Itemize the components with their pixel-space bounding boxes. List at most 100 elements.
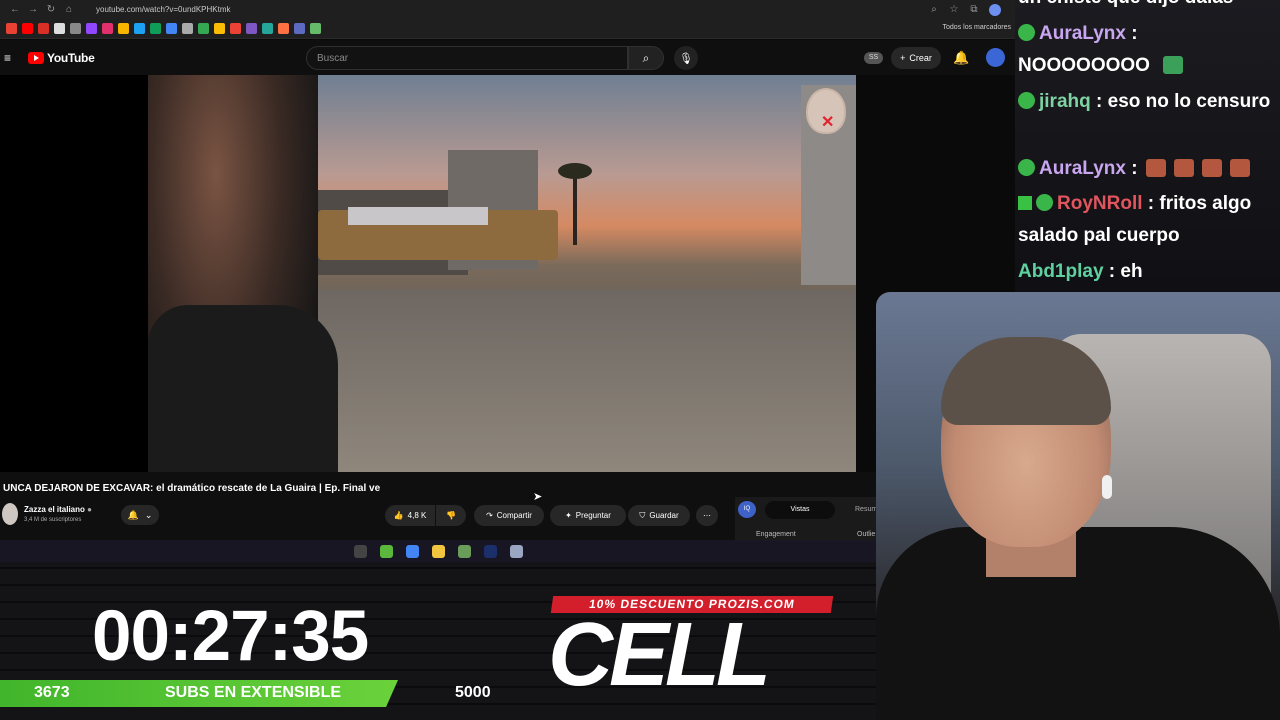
youtube-logo[interactable]: YouTube (28, 50, 95, 65)
ask-button[interactable]: ✦ Preguntar (550, 505, 626, 526)
chat-badge-icon (1018, 92, 1035, 109)
more-actions-button[interactable]: ⋯ (696, 505, 718, 526)
forward-icon[interactable]: → (28, 4, 38, 15)
iq-badge[interactable]: IQ (738, 501, 756, 518)
share-button[interactable]: ↷ Compartir (474, 505, 544, 526)
video-truck-stripe (348, 207, 488, 225)
pepe-emote-icon (1163, 56, 1184, 74)
bookmark-icon[interactable] (102, 23, 113, 34)
bookmark-icon[interactable] (6, 23, 17, 34)
bookmark-icon[interactable] (294, 23, 305, 34)
emote-icon (1145, 159, 1166, 177)
channel-avatar[interactable] (2, 503, 18, 525)
plus-icon: + (900, 53, 906, 63)
bookmark-icon[interactable] (246, 23, 257, 34)
bookmark-icon[interactable] (118, 23, 129, 34)
search-input[interactable]: Buscar (306, 46, 628, 70)
app-icon[interactable] (457, 544, 471, 558)
bookmark-icon[interactable] (310, 23, 321, 34)
channel-name[interactable]: Zazza el italiano ● (24, 505, 92, 514)
save-button[interactable]: ⛉ Guardar (628, 505, 690, 526)
create-label: Crear (909, 53, 932, 63)
address-bar[interactable]: youtube.com/watch?v=0undKPHKtmk (96, 5, 921, 14)
chat-message: AuraLynx : (1018, 153, 1250, 185)
menu-icon[interactable]: ≡ (4, 51, 16, 65)
chat-badge-icon (1036, 194, 1053, 211)
dislike-button[interactable]: 👎 (436, 505, 466, 526)
subscription-bell-button[interactable]: 🔔 ⌄ (121, 505, 159, 525)
folder-icon[interactable] (431, 544, 445, 558)
bookmark-icon[interactable] (278, 23, 289, 34)
sparkle-icon: ✦ (565, 511, 572, 520)
home-icon[interactable]: ⌂ (64, 4, 74, 15)
chat-text-value: NOOOOOOOO (1018, 55, 1150, 76)
back-icon[interactable]: ← (10, 4, 20, 15)
bookmark-icon[interactable] (262, 23, 273, 34)
chat-username[interactable]: jirahq (1039, 91, 1091, 112)
bookmark-icon[interactable] (230, 23, 241, 34)
bookmarks-folder[interactable]: Todos los marcadores (943, 24, 1011, 31)
chrome-icon[interactable] (405, 544, 419, 558)
chat-username[interactable]: Abd1play (1018, 261, 1104, 282)
search-button[interactable]: ⌕ (628, 46, 664, 70)
channel-name-text: Zazza el italiano (24, 505, 85, 514)
tab-views[interactable]: Vistas (765, 501, 835, 519)
chat-message: Abd1play : eh (1018, 261, 1143, 282)
bookmark-icon[interactable] (214, 23, 225, 34)
create-button[interactable]: + Crear (891, 47, 941, 69)
bookmark-icon[interactable] (86, 23, 97, 34)
bookmark-icon[interactable] (70, 23, 81, 34)
bookmark-icon[interactable] (166, 23, 177, 34)
reload-icon[interactable]: ↻ (46, 4, 56, 15)
photoshop-icon[interactable] (483, 544, 497, 558)
extension-badge[interactable]: SS (864, 52, 883, 64)
chat-text: eso no lo censuro (1107, 91, 1271, 112)
video-title: UNCA DEJARON DE EXCAVAR: el dramático re… (3, 483, 381, 494)
bookmark-icon[interactable] (134, 23, 145, 34)
chat-message-fragment: un chiste que dijo dalas (1018, 0, 1233, 14)
bookmark-icon[interactable] (22, 23, 33, 34)
zoom-icon[interactable]: ⌕ (929, 4, 939, 16)
star-icon[interactable]: ☆ (949, 4, 959, 16)
save-label: Guardar (649, 511, 679, 520)
bookmark-icon[interactable] (198, 23, 209, 34)
webcam-feed (876, 292, 1280, 720)
channel-watermark: ✕ (806, 88, 846, 134)
chat-message: jirahq : eso no lo censuro (1018, 86, 1278, 118)
video-palm-trunk (573, 170, 577, 245)
bookmark-icon[interactable] (38, 23, 49, 34)
youtube-logo-text: YouTube (47, 50, 95, 65)
close-icon: ✕ (821, 114, 835, 131)
stream-timer: 00:27:35 (92, 597, 369, 676)
bookmark-icon[interactable] (54, 23, 65, 34)
voice-search-button[interactable]: 🎙 (674, 46, 698, 70)
notifications-icon[interactable]: 🔔 (953, 50, 969, 66)
obs-icon[interactable] (353, 544, 367, 558)
mic-icon: 🎙 (679, 52, 693, 65)
stat-label-engagement: Engagement (756, 531, 796, 538)
account-avatar[interactable] (986, 48, 1005, 67)
chat-username[interactable]: RoyNRoll (1057, 193, 1143, 214)
tab-summary[interactable]: Resum (855, 506, 877, 513)
extensions-icon[interactable]: ⧉ (969, 4, 979, 16)
search-icon: ⌕ (642, 50, 650, 65)
bookmark-icon[interactable] (150, 23, 161, 34)
bell-icon: 🔔 (127, 509, 139, 520)
emote-icon (1229, 159, 1250, 177)
subs-goal: 5000 (455, 684, 491, 701)
ask-label: Preguntar (575, 511, 611, 520)
app-icon[interactable] (379, 544, 393, 558)
chat-message: AuraLynx : NOOOOOOOO (1018, 18, 1184, 76)
chat-username[interactable]: AuraLynx (1039, 23, 1126, 44)
bookmark-icon[interactable] (182, 23, 193, 34)
bookmark-icon: ⛉ (639, 510, 646, 520)
chat-username[interactable]: AuraLynx (1039, 158, 1126, 179)
app-icon[interactable] (509, 544, 523, 558)
emote-icon (1173, 159, 1194, 177)
streamer-body (876, 527, 1280, 720)
video-player[interactable] (0, 75, 856, 472)
chat-badge-icon (1018, 159, 1035, 176)
profile-avatar[interactable] (989, 3, 1001, 16)
browser-toolbar: ← → ↻ ⌂ youtube.com/watch?v=0undKPHKtmk … (0, 0, 1015, 19)
like-button[interactable]: 👍 4,8 K (385, 505, 435, 526)
